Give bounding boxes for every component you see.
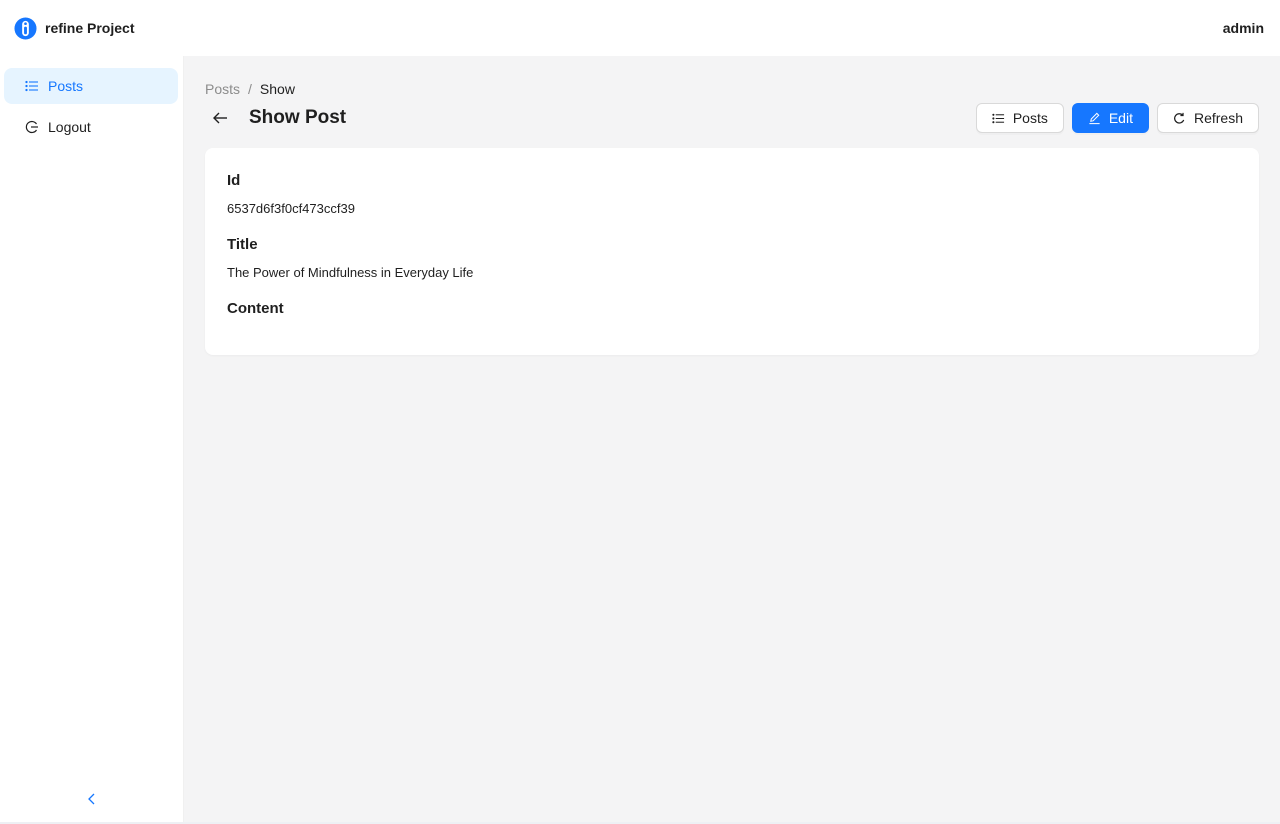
sidebar: Posts Logout <box>0 56 184 822</box>
breadcrumb: Posts / Show <box>205 81 1259 97</box>
sidebar-item-posts[interactable]: Posts <box>4 68 178 104</box>
refresh-icon <box>1174 112 1185 124</box>
page-title: Show Post <box>249 107 347 128</box>
field-label-title: Title <box>227 236 258 253</box>
field-label-id: Id <box>227 172 241 189</box>
refine-logo-icon <box>14 16 37 40</box>
sidebar-item-logout[interactable]: Logout <box>4 109 178 145</box>
edit-button[interactable]: Edit <box>1071 103 1149 133</box>
brand[interactable]: refine Project <box>14 16 135 40</box>
brand-name: refine Project <box>45 20 135 36</box>
breadcrumb-separator: / <box>248 81 252 97</box>
refresh-button[interactable]: Refresh <box>1156 103 1259 133</box>
field-value-id: 6537d6f3f0cf473ccf39 <box>227 201 355 216</box>
app-header: refine Project admin <box>0 0 1280 56</box>
list-icon <box>25 80 38 92</box>
list-button-label: Posts <box>1012 110 1048 126</box>
field-label-content: Content <box>227 300 284 317</box>
collapse-sidebar-button[interactable] <box>0 776 184 822</box>
arrow-left-icon <box>213 112 227 124</box>
refresh-button-label: Refresh <box>1193 110 1243 126</box>
sidebar-item-label: Logout <box>48 119 91 135</box>
field-value-title: The Power of Mindfulness in Everyday Lif… <box>227 265 474 280</box>
main-content: Posts / Show Show Post Posts Edit Refres… <box>184 56 1280 822</box>
list-button[interactable]: Posts <box>975 103 1064 133</box>
edit-button-label: Edit <box>1108 110 1133 126</box>
user-name[interactable]: admin <box>1223 20 1264 36</box>
header-actions: Posts Edit Refresh <box>975 103 1259 133</box>
edit-icon <box>1089 112 1100 124</box>
logout-icon <box>25 120 38 134</box>
breadcrumb-show: Show <box>259 81 295 97</box>
record-card: Id 6537d6f3f0cf473ccf39 Title The Power … <box>205 148 1259 355</box>
page-header: Show Post Posts Edit Refresh <box>205 102 1259 134</box>
back-button[interactable] <box>206 104 234 132</box>
chevron-left-icon <box>88 793 95 805</box>
sidebar-item-label: Posts <box>48 78 84 94</box>
breadcrumb-posts[interactable]: Posts <box>205 81 240 97</box>
list-icon <box>992 113 1004 123</box>
